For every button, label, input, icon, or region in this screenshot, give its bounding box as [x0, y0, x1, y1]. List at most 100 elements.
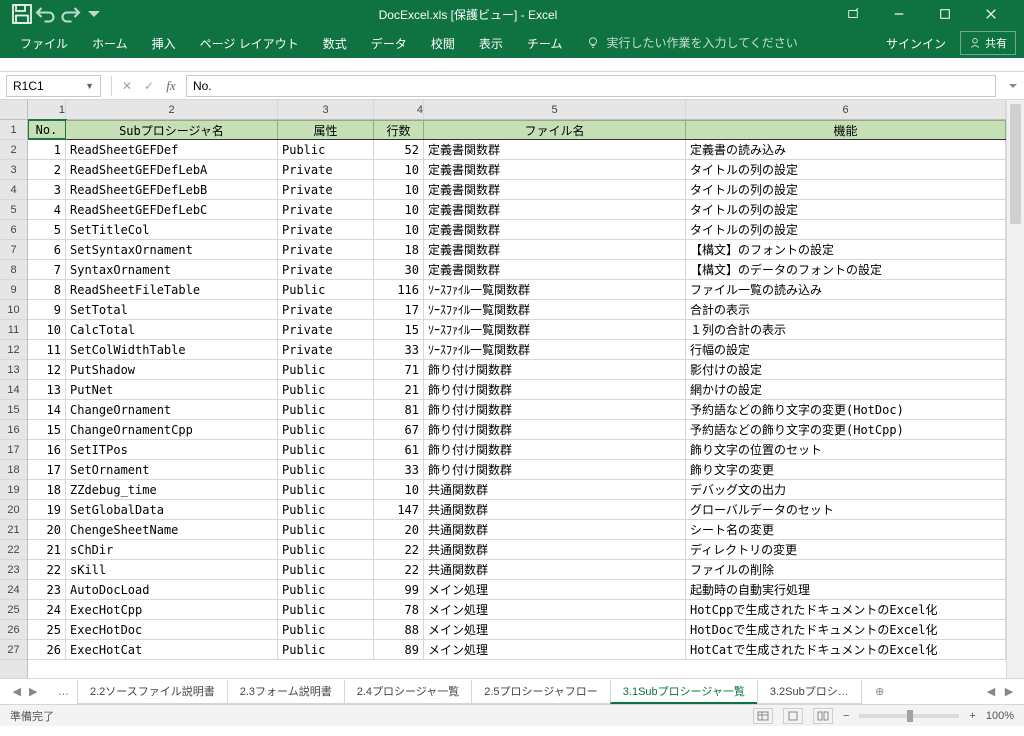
cell[interactable]: SetITPos	[66, 440, 278, 459]
cell[interactable]: 15	[374, 320, 424, 339]
cell[interactable]: Private	[278, 220, 374, 239]
view-page-layout-icon[interactable]	[783, 708, 803, 724]
cell[interactable]: 10	[28, 320, 66, 339]
cell[interactable]: 33	[374, 340, 424, 359]
cell[interactable]: 行幅の設定	[686, 340, 1006, 359]
col-header[interactable]: 3	[278, 100, 374, 119]
cell[interactable]: HotDocで生成されたドキュメントのExcel化	[686, 620, 1006, 639]
cell[interactable]: タイトルの列の設定	[686, 160, 1006, 179]
header-cell[interactable]: No.	[28, 120, 66, 139]
cell[interactable]: 影付けの設定	[686, 360, 1006, 379]
cell[interactable]: 26	[28, 640, 66, 659]
cell[interactable]: ｿｰｽﾌｧｲﾙ一覧関数群	[424, 300, 686, 319]
cell[interactable]: Private	[278, 300, 374, 319]
cell[interactable]: Public	[278, 560, 374, 579]
tab-data[interactable]: データ	[359, 28, 419, 58]
cell[interactable]: １列の合計の表示	[686, 320, 1006, 339]
select-all-corner[interactable]	[0, 100, 27, 120]
tab-file[interactable]: ファイル	[8, 28, 80, 58]
row-header[interactable]: 22	[0, 540, 27, 560]
cell[interactable]: 22	[374, 540, 424, 559]
cell[interactable]: PutNet	[66, 380, 278, 399]
cell[interactable]: 10	[374, 480, 424, 499]
cell[interactable]: 共通関数群	[424, 560, 686, 579]
cell[interactable]: 飾り文字の変更	[686, 460, 1006, 479]
cell[interactable]: Private	[278, 260, 374, 279]
hscroll-right-icon[interactable]: ▶	[1000, 683, 1018, 701]
expand-formula-icon[interactable]	[1002, 75, 1024, 97]
cell[interactable]: Public	[278, 280, 374, 299]
cell[interactable]: 81	[374, 400, 424, 419]
row-header[interactable]: 3	[0, 160, 27, 180]
cell[interactable]: 116	[374, 280, 424, 299]
cell[interactable]: PutShadow	[66, 360, 278, 379]
cell[interactable]: 飾り付け関数群	[424, 380, 686, 399]
cell[interactable]: 15	[28, 420, 66, 439]
col-header[interactable]: 1	[28, 100, 66, 119]
cell[interactable]: メイン処理	[424, 640, 686, 659]
cell[interactable]: 1	[28, 140, 66, 159]
row-header[interactable]: 11	[0, 320, 27, 340]
cell[interactable]: 18	[374, 240, 424, 259]
cell[interactable]: 予約語などの飾り文字の変更(HotDoc)	[686, 400, 1006, 419]
cell[interactable]: ReadSheetGEFDef	[66, 140, 278, 159]
cell[interactable]: ExecHotDoc	[66, 620, 278, 639]
header-cell[interactable]: 機能	[686, 120, 1006, 139]
cell[interactable]: 9	[28, 300, 66, 319]
row-header[interactable]: 21	[0, 520, 27, 540]
cell[interactable]: 78	[374, 600, 424, 619]
row-header[interactable]: 12	[0, 340, 27, 360]
cell[interactable]: 17	[374, 300, 424, 319]
cell[interactable]: タイトルの列の設定	[686, 220, 1006, 239]
cell[interactable]: HotCatで生成されたドキュメントのExcel化	[686, 640, 1006, 659]
cell[interactable]: 定義書関数群	[424, 160, 686, 179]
cell[interactable]: 3	[28, 180, 66, 199]
col-header[interactable]: 4	[374, 100, 424, 119]
cell[interactable]: Public	[278, 140, 374, 159]
cell[interactable]: SetTotal	[66, 300, 278, 319]
cell[interactable]: 飾り文字の位置のセット	[686, 440, 1006, 459]
cell[interactable]: 7	[28, 260, 66, 279]
qat-dropdown-icon[interactable]	[82, 2, 106, 26]
cell[interactable]: ChangeOrnamentCpp	[66, 420, 278, 439]
formula-input[interactable]: No.	[186, 75, 996, 97]
cell[interactable]: ReadSheetFileTable	[66, 280, 278, 299]
cell[interactable]: ChangeOrnament	[66, 400, 278, 419]
cell[interactable]: 24	[28, 600, 66, 619]
tab-team[interactable]: チーム	[515, 28, 575, 58]
row-header[interactable]: 15	[0, 400, 27, 420]
row-header[interactable]: 4	[0, 180, 27, 200]
tab-review[interactable]: 校閲	[419, 28, 467, 58]
row-header[interactable]: 10	[0, 300, 27, 320]
chevron-down-icon[interactable]: ▼	[85, 81, 94, 91]
cell[interactable]: 30	[374, 260, 424, 279]
cell[interactable]: 61	[374, 440, 424, 459]
cell[interactable]: SetOrnament	[66, 460, 278, 479]
cell[interactable]: Public	[278, 420, 374, 439]
view-page-break-icon[interactable]	[813, 708, 833, 724]
cell[interactable]: シート名の変更	[686, 520, 1006, 539]
cancel-formula-icon[interactable]: ✕	[116, 75, 138, 97]
cell[interactable]: HotCppで生成されたドキュメントのExcel化	[686, 600, 1006, 619]
cell[interactable]: メイン処理	[424, 580, 686, 599]
cell[interactable]: sKill	[66, 560, 278, 579]
cell[interactable]: メイン処理	[424, 600, 686, 619]
cell[interactable]: sChDir	[66, 540, 278, 559]
cell[interactable]: 89	[374, 640, 424, 659]
cell[interactable]: Private	[278, 160, 374, 179]
cell[interactable]: 5	[28, 220, 66, 239]
cell[interactable]: Private	[278, 320, 374, 339]
cell[interactable]: Public	[278, 520, 374, 539]
cell[interactable]: 共通関数群	[424, 500, 686, 519]
cell[interactable]: メイン処理	[424, 620, 686, 639]
row-header[interactable]: 7	[0, 240, 27, 260]
tab-nav-prev-icon[interactable]: ◀	[13, 685, 21, 698]
cell[interactable]: 10	[374, 180, 424, 199]
cell[interactable]: 予約語などの飾り文字の変更(HotCpp)	[686, 420, 1006, 439]
cell[interactable]: ファイルの削除	[686, 560, 1006, 579]
cell[interactable]: 14	[28, 400, 66, 419]
row-header[interactable]: 18	[0, 460, 27, 480]
tab-insert[interactable]: 挿入	[140, 28, 188, 58]
row-header[interactable]: 1	[0, 120, 27, 140]
cell[interactable]: 定義書関数群	[424, 140, 686, 159]
